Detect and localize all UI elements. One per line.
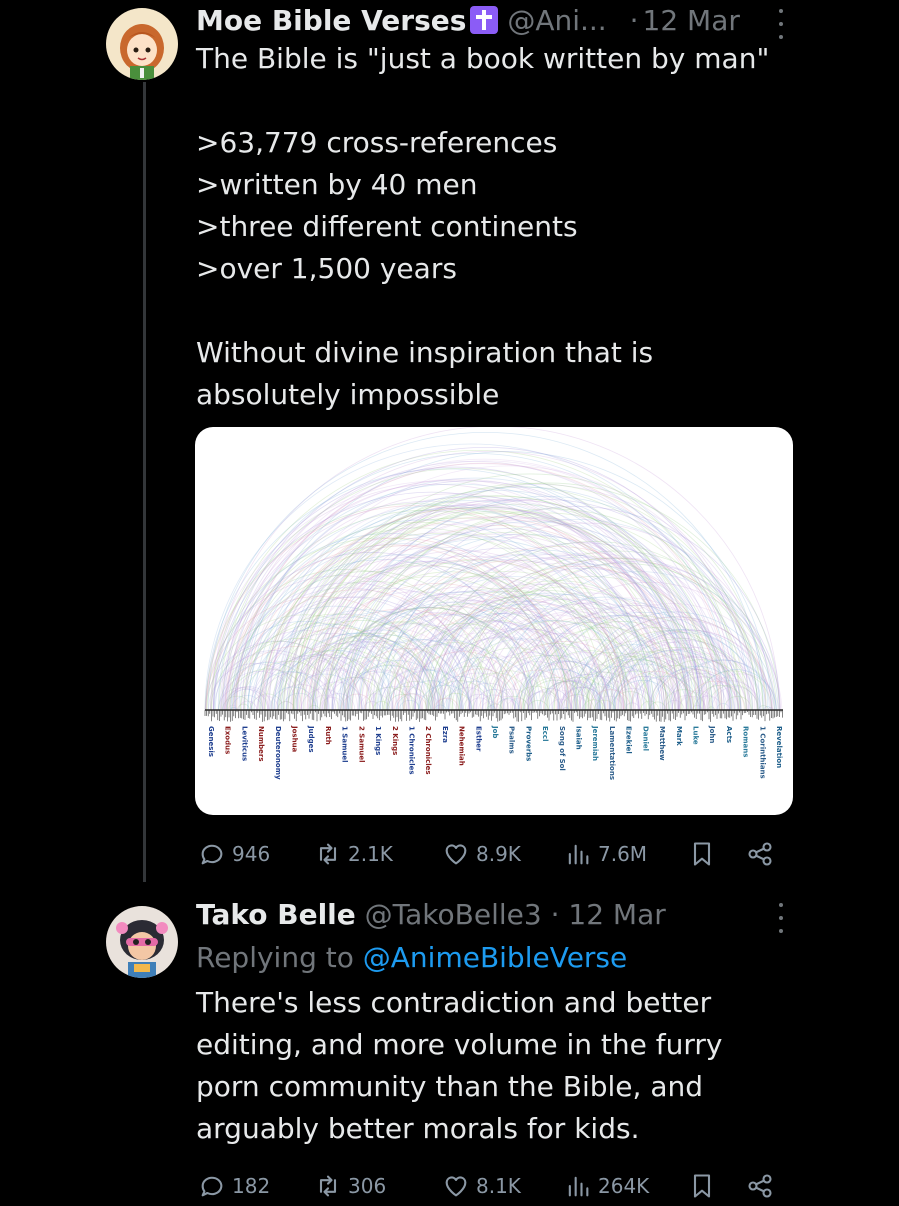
book-label: Revelation [775, 726, 783, 768]
book-label: 1 Chronicles [408, 726, 416, 775]
book-label: Joshua [291, 725, 299, 753]
reply-icon [201, 1176, 223, 1197]
tweet-image[interactable]: Genesis Exodus Leviticus Numbers Deuteronomy… [195, 427, 793, 815]
book-label: Eccl [541, 726, 549, 741]
like-count: 8.9K [476, 842, 521, 866]
tweet-header: Moe Bible Verses @Ani... · 12 Mar [196, 4, 740, 38]
book-label: 1 Samuel [341, 726, 349, 763]
book-label: Ezekiel [625, 726, 633, 754]
avatar[interactable] [106, 8, 178, 80]
book-label: 1 Corinthians [758, 726, 766, 779]
view-count: 7.6M [598, 842, 648, 866]
book-label: Exodus [224, 726, 232, 754]
bible-cross-reference-arc-diagram: Genesis Exodus Leviticus Numbers Deuteronomy… [204, 427, 783, 780]
separator-dot: · [550, 898, 560, 931]
separator-dot: · [629, 4, 639, 37]
book-label: Isaiah [575, 726, 583, 750]
reply-icon [201, 844, 223, 865]
share-button[interactable] [746, 1166, 774, 1206]
repost-count: 306 [348, 1174, 387, 1198]
reply-count: 946 [232, 842, 271, 866]
repost-icon [319, 843, 337, 865]
views-button[interactable]: 7.6M [564, 834, 647, 874]
like-count: 8.1K [476, 1174, 521, 1198]
book-label: Ezra [441, 726, 449, 743]
bookmark-icon [693, 1174, 711, 1198]
book-label: Romans [742, 726, 750, 757]
replying-to-handle-link[interactable]: @AnimeBibleVerse [363, 941, 627, 974]
reply-button[interactable]: 182 [198, 1166, 270, 1206]
book-label: Matthew [658, 726, 666, 761]
avatar-anime-girl-icon [106, 8, 178, 80]
book-label: Judges [307, 725, 315, 753]
book-label: 2 Chronicles [424, 726, 432, 775]
more-options-icon[interactable] [778, 903, 784, 933]
book-label: Deuteronomy [274, 726, 282, 780]
view-count: 264K [598, 1174, 650, 1198]
tweet-actions: 182 306 8.1K 264K [196, 1166, 786, 1206]
reply-count: 182 [232, 1174, 271, 1198]
avatar-character-icon [106, 906, 178, 978]
book-label: Daniel [641, 726, 649, 751]
user-handle[interactable]: @TakoBelle3 [365, 898, 542, 931]
book-label: Ruth [324, 726, 332, 745]
book-label: Song of Sol [558, 726, 566, 771]
views-button[interactable]: 264K [564, 1166, 649, 1206]
book-label: Numbers [257, 726, 265, 762]
more-options-icon[interactable] [778, 9, 784, 39]
repost-icon [319, 1175, 337, 1197]
bookmark-button[interactable] [688, 1166, 716, 1206]
views-bar-chart-icon [568, 1176, 589, 1197]
display-name[interactable]: Tako Belle [196, 898, 356, 931]
timestamp[interactable]: 12 Mar [643, 4, 740, 37]
book-label: Proverbs [524, 726, 532, 761]
bookmark-button[interactable] [688, 834, 716, 874]
tweet-text: There's less contradiction and better ed… [196, 986, 723, 1145]
book-label: 2 Kings [391, 726, 399, 755]
book-label: Esther [474, 726, 482, 752]
book-label: Jeremiah [591, 725, 599, 761]
heart-icon [445, 1176, 467, 1197]
repost-button[interactable]: 306 [314, 1166, 386, 1206]
book-label: Genesis [207, 726, 215, 757]
bookmark-icon [693, 842, 711, 866]
book-label: Psalms [508, 726, 516, 754]
avatar[interactable] [106, 906, 178, 978]
timestamp[interactable]: 12 Mar [568, 898, 665, 931]
views-bar-chart-icon [568, 844, 589, 865]
reply-button[interactable]: 946 [198, 834, 270, 874]
book-label: Job [491, 725, 499, 738]
user-handle[interactable]: @Ani... [507, 4, 606, 37]
thread-connector-line [143, 82, 146, 882]
heart-icon [445, 844, 467, 865]
share-button[interactable] [746, 834, 774, 874]
book-label: 2 Samuel [357, 726, 365, 763]
book-label: Mark [675, 726, 683, 746]
repost-button[interactable]: 2.1K [314, 834, 393, 874]
book-label: Leviticus [240, 726, 248, 761]
book-label: Luke [692, 726, 700, 745]
book-label: Acts [725, 726, 733, 743]
latin-cross-icon [470, 6, 499, 34]
share-icon [748, 1174, 772, 1198]
tweet-text: The Bible is "just a book written by man… [196, 42, 770, 411]
replying-to-label: Replying to [196, 941, 363, 974]
book-label: Lamentations [608, 726, 616, 780]
tweet-actions: 946 2.1K 8.9K 7.6M [196, 834, 786, 874]
like-button[interactable]: 8.1K [442, 1166, 521, 1206]
display-name[interactable]: Moe Bible Verses [196, 4, 466, 37]
book-label: 1 Kings [374, 726, 382, 755]
book-label: John [708, 725, 716, 743]
replying-to: Replying to @AnimeBibleVerse [196, 940, 627, 976]
tweet-header: Tako Belle @TakoBelle3 · 12 Mar [196, 898, 666, 932]
cross-reference-arcs [204, 427, 783, 711]
book-label: Nehemiah [458, 726, 466, 766]
repost-count: 2.1K [348, 842, 393, 866]
like-button[interactable]: 8.9K [442, 834, 521, 874]
share-icon [748, 842, 772, 866]
